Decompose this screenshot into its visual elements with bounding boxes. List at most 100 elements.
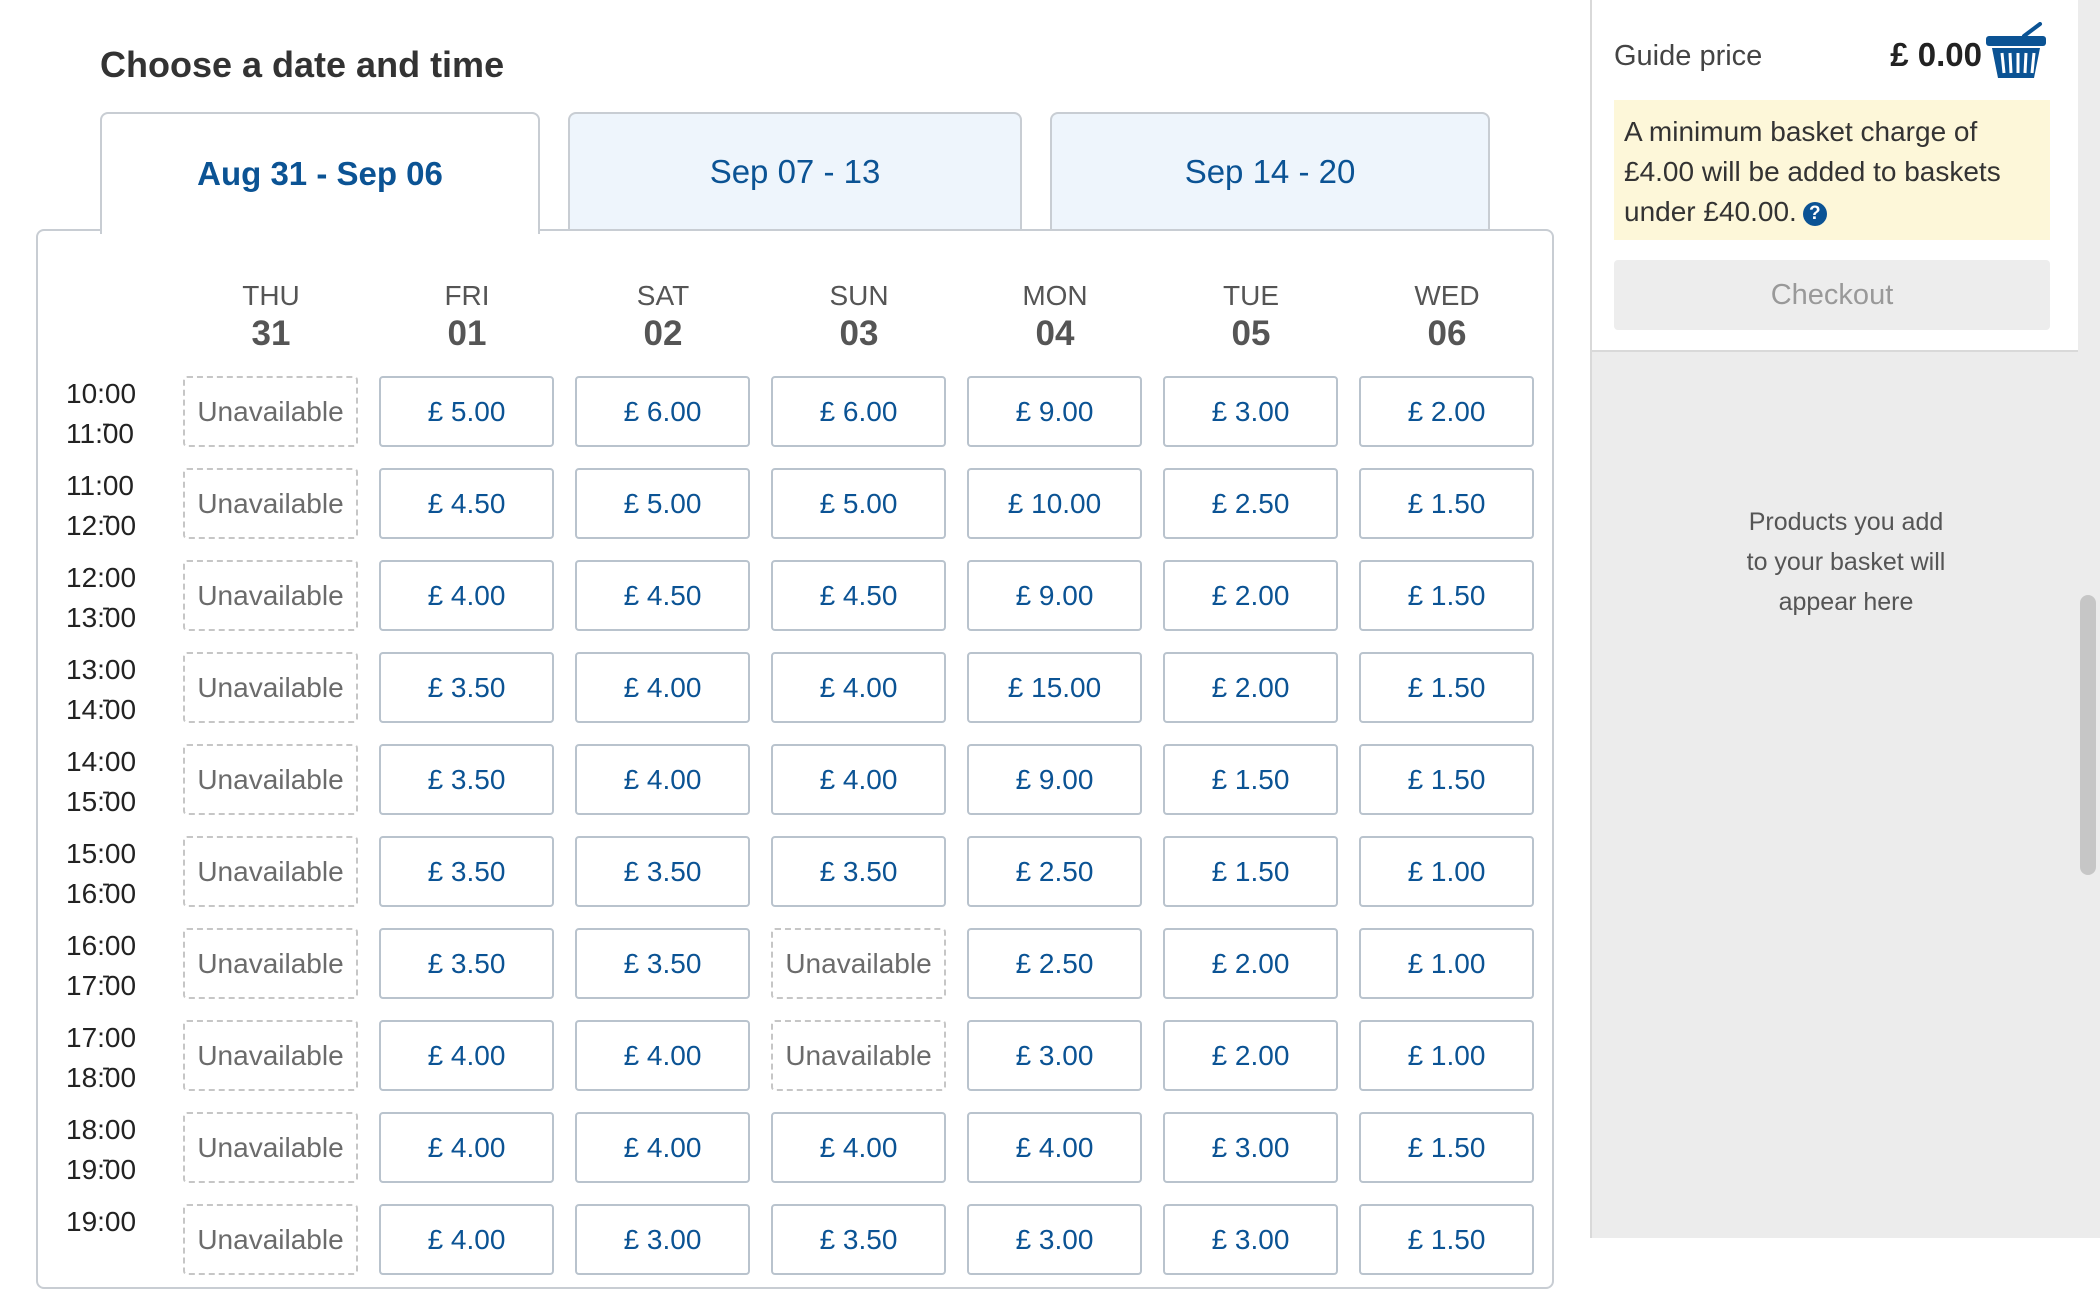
slot-price-button[interactable]: £ 10.00 [967,468,1142,539]
slot-price-button[interactable]: £ 4.00 [575,1020,750,1091]
slot-price-button[interactable]: £ 2.50 [967,928,1142,999]
time-range-label: 14:00-15:00 [66,742,166,822]
slot-price-button[interactable]: £ 3.50 [379,928,554,999]
time-end: 11:00 [66,418,134,449]
day-header: SAT 02 [575,279,751,355]
slot-price-button[interactable]: £ 3.00 [1163,376,1338,447]
slot-price-button[interactable]: £ 3.50 [379,836,554,907]
slot-price-button[interactable]: £ 3.50 [379,652,554,723]
slot-price-button[interactable]: £ 4.50 [771,560,946,631]
slot-price-button[interactable]: £ 3.00 [967,1020,1142,1091]
help-icon[interactable]: ? [1802,202,1827,226]
slot-price-button[interactable]: £ 5.00 [771,468,946,539]
day-number: 06 [1427,314,1467,353]
empty-basket-message: Products you add to your basket will app… [1592,502,2100,622]
slot-unavailable: Unavailable [183,744,358,815]
slot-price-button[interactable]: £ 2.50 [1163,468,1338,539]
day-name: SUN [829,280,889,311]
slot-price-button[interactable]: £ 4.50 [575,560,750,631]
minimum-charge-notice: A minimum basket charge of £4.00 will be… [1614,100,2050,240]
slot-price-button[interactable]: £ 4.00 [575,1112,750,1183]
slot-unavailable: Unavailable [183,1204,358,1275]
slot-price-button[interactable]: £ 2.00 [1163,560,1338,631]
slot-price-button[interactable]: £ 1.50 [1163,836,1338,907]
slot-price-button[interactable]: £ 9.00 [967,744,1142,815]
time-end: 15:00 [66,786,137,817]
slot-unavailable: Unavailable [183,376,358,447]
slot-price-button[interactable]: £ 5.00 [379,376,554,447]
time-separator: - [102,1054,110,1081]
slot-price-button[interactable]: £ 1.00 [1359,836,1534,907]
time-start: 14:00 [66,746,137,777]
slot-price-button[interactable]: £ 5.00 [575,468,750,539]
time-end: 18:00 [66,1062,137,1093]
slot-price-button[interactable]: £ 1.50 [1359,744,1534,815]
time-start: 12:00 [66,562,137,593]
slot-unavailable: Unavailable [183,1020,358,1091]
time-start: 16:00 [66,930,137,961]
time-range-label: 10:00-11:00 [66,374,166,454]
tab-week-3[interactable]: Sep 14 - 20 [1050,112,1490,230]
slot-price-button[interactable]: £ 15.00 [967,652,1142,723]
time-separator: - [102,962,110,989]
slot-price-button[interactable]: £ 4.00 [575,744,750,815]
time-range-label: 15:00-16:00 [66,834,166,914]
slot-price-button[interactable]: £ 3.50 [575,836,750,907]
day-number: 04 [1035,314,1075,353]
slot-price-button[interactable]: £ 1.50 [1359,468,1534,539]
time-range-label: 18:00-19:00 [66,1110,166,1190]
slot-price-button[interactable]: £ 4.00 [771,744,946,815]
slot-price-button[interactable]: £ 1.50 [1163,744,1338,815]
time-end: 19:00 [66,1154,137,1185]
slot-price-button[interactable]: £ 1.50 [1359,1112,1534,1183]
slot-price-button[interactable]: £ 6.00 [575,376,750,447]
slot-price-button[interactable]: £ 9.00 [967,376,1142,447]
day-header: WED 06 [1359,279,1535,355]
slot-price-button[interactable]: £ 2.00 [1359,376,1534,447]
slot-price-button[interactable]: £ 1.50 [1359,652,1534,723]
slot-price-button[interactable]: £ 3.00 [575,1204,750,1275]
time-start: 19:00 [66,1206,137,1237]
time-start: 18:00 [66,1114,137,1145]
slot-price-button[interactable]: £ 3.00 [967,1204,1142,1275]
slot-price-button[interactable]: £ 3.50 [575,928,750,999]
slot-price-button[interactable]: £ 1.00 [1359,928,1534,999]
slot-price-button[interactable]: £ 4.00 [379,1020,554,1091]
time-separator: - [102,594,110,621]
day-name: THU [242,280,300,311]
scrollbar-thumb[interactable] [2080,595,2096,875]
slot-price-button[interactable]: £ 3.00 [1163,1204,1338,1275]
tab-week-2[interactable]: Sep 07 - 13 [568,112,1022,230]
slot-price-button[interactable]: £ 3.50 [771,1204,946,1275]
slot-price-button[interactable]: £ 1.50 [1359,560,1534,631]
basket-icon[interactable] [1984,22,2048,80]
slot-price-button[interactable]: £ 3.50 [771,836,946,907]
slot-price-button[interactable]: £ 4.00 [771,652,946,723]
checkout-button[interactable]: Checkout [1614,260,2050,330]
slot-price-button[interactable]: £ 3.00 [1163,1112,1338,1183]
slot-price-button[interactable]: £ 4.00 [575,652,750,723]
slot-price-button[interactable]: £ 3.50 [379,744,554,815]
slot-price-button[interactable]: £ 2.00 [1163,928,1338,999]
time-end: 13:00 [66,602,137,633]
slot-price-button[interactable]: £ 4.00 [967,1112,1142,1183]
slot-price-button[interactable]: £ 4.00 [379,1112,554,1183]
empty-basket-line: appear here [1778,588,1914,616]
slot-price-button[interactable]: £ 6.00 [771,376,946,447]
slot-unavailable: Unavailable [183,468,358,539]
tab-week-1[interactable]: Aug 31 - Sep 06 [100,112,540,234]
slot-price-button[interactable]: £ 1.00 [1359,1020,1534,1091]
guide-price-value: £ 0.00 [1890,36,1982,73]
slot-price-button[interactable]: £ 4.00 [771,1112,946,1183]
slot-price-button[interactable]: £ 4.00 [379,560,554,631]
slot-price-button[interactable]: £ 4.50 [379,468,554,539]
slot-price-button[interactable]: £ 9.00 [967,560,1142,631]
day-header: FRI 01 [379,279,555,355]
slot-price-button[interactable]: £ 2.00 [1163,1020,1338,1091]
time-separator: - [102,1146,110,1173]
slot-price-button[interactable]: £ 4.00 [379,1204,554,1275]
slot-price-button[interactable]: £ 2.00 [1163,652,1338,723]
time-end: 17:00 [66,970,137,1001]
slot-price-button[interactable]: £ 2.50 [967,836,1142,907]
slot-price-button[interactable]: £ 1.50 [1359,1204,1534,1275]
